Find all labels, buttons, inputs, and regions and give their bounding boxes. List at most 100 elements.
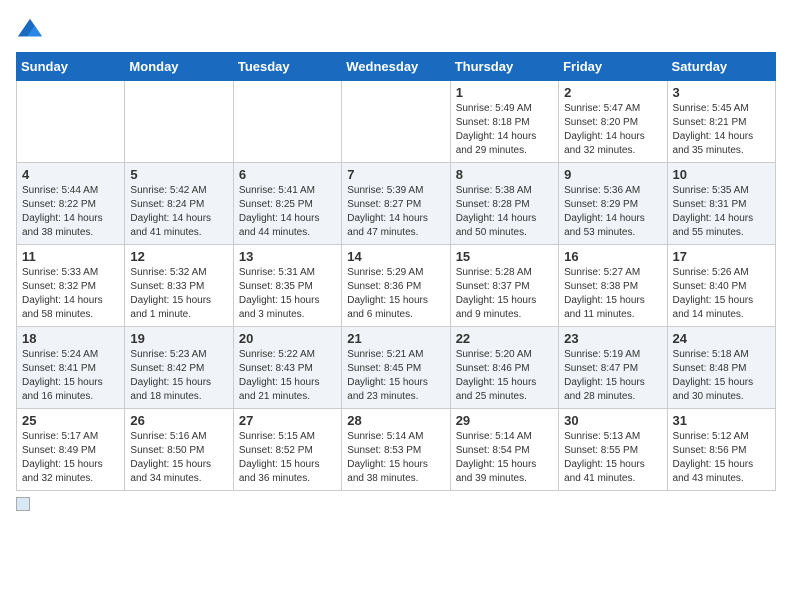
day-number: 5 — [130, 167, 227, 182]
calendar-day-header: Saturday — [667, 53, 775, 81]
day-number: 6 — [239, 167, 336, 182]
day-number: 18 — [22, 331, 119, 346]
cell-content: Sunrise: 5:47 AM Sunset: 8:20 PM Dayligh… — [564, 102, 661, 158]
calendar-cell: 29Sunrise: 5:14 AM Sunset: 8:54 PM Dayli… — [450, 409, 558, 491]
day-number: 12 — [130, 249, 227, 264]
cell-content: Sunrise: 5:28 AM Sunset: 8:37 PM Dayligh… — [456, 266, 553, 322]
calendar-week-row: 25 Sunrise: 5:17 AM Sunset: 8:49 PM Dayli… — [17, 409, 776, 491]
footer-legend — [16, 497, 776, 511]
day-number: 31 — [673, 413, 770, 428]
day-number: 2 — [564, 85, 661, 100]
calendar-cell — [17, 81, 125, 163]
day-number: 3 — [673, 85, 770, 100]
cell-content: Sunrise: 5:18 AM Sunset: 8:48 PM Dayligh… — [673, 348, 770, 404]
calendar-day-header: Monday — [125, 53, 233, 81]
calendar-week-row: 1 Sunrise: 5:49 AM Sunset: 8:18 PM Daylig… — [17, 81, 776, 163]
calendar-day-header: Sunday — [17, 53, 125, 81]
calendar-header-row: SundayMondayTuesdayWednesdayThursdayFrid… — [17, 53, 776, 81]
calendar-cell: 23 Sunrise: 5:19 AM Sunset: 8:47 PM Dayli… — [559, 327, 667, 409]
calendar-cell: 24 Sunrise: 5:18 AM Sunset: 8:48 PM Dayli… — [667, 327, 775, 409]
cell-content: Sunrise: 5:19 AM Sunset: 8:47 PM Dayligh… — [564, 348, 661, 404]
calendar-cell: 17 Sunrise: 5:26 AM Sunset: 8:40 PM Dayli… — [667, 245, 775, 327]
calendar-cell: 11Sunrise: 5:33 AM Sunset: 8:32 PM Dayli… — [17, 245, 125, 327]
header — [16, 16, 776, 44]
cell-content: Sunrise: 5:45 AM Sunset: 8:21 PM Dayligh… — [673, 102, 770, 158]
logo-icon — [16, 16, 44, 44]
day-number: 20 — [239, 331, 336, 346]
day-number: 24 — [673, 331, 770, 346]
cell-content: Sunrise: 5:14 AM Sunset: 8:53 PM Dayligh… — [347, 430, 444, 486]
calendar-table: SundayMondayTuesdayWednesdayThursdayFrid… — [16, 52, 776, 491]
cell-content: Sunrise: 5:12 AM Sunset: 8:56 PM Dayligh… — [673, 430, 770, 486]
cell-content: Sunrise: 5:17 AM Sunset: 8:49 PM Dayligh… — [22, 430, 119, 486]
day-number: 27 — [239, 413, 336, 428]
cell-content: Sunrise: 5:44 AM Sunset: 8:22 PM Dayligh… — [22, 184, 119, 240]
calendar-cell: 26Sunrise: 5:16 AM Sunset: 8:50 PM Dayli… — [125, 409, 233, 491]
day-number: 10 — [673, 167, 770, 182]
calendar-cell: 16 Sunrise: 5:27 AM Sunset: 8:38 PM Dayli… — [559, 245, 667, 327]
cell-content: Sunrise: 5:41 AM Sunset: 8:25 PM Dayligh… — [239, 184, 336, 240]
day-number: 23 — [564, 331, 661, 346]
calendar-cell — [342, 81, 450, 163]
calendar-cell: 7 Sunrise: 5:39 AM Sunset: 8:27 PM Daylig… — [342, 163, 450, 245]
day-number: 19 — [130, 331, 227, 346]
calendar-cell: 20 Sunrise: 5:22 AM Sunset: 8:43 PM Dayli… — [233, 327, 341, 409]
calendar-day-header: Thursday — [450, 53, 558, 81]
calendar-cell: 13 Sunrise: 5:31 AM Sunset: 8:35 PM Dayli… — [233, 245, 341, 327]
calendar-cell: 5 Sunrise: 5:42 AM Sunset: 8:24 PM Daylig… — [125, 163, 233, 245]
cell-content: Sunrise: 5:29 AM Sunset: 8:36 PM Dayligh… — [347, 266, 444, 322]
day-number: 22 — [456, 331, 553, 346]
day-number: 17 — [673, 249, 770, 264]
calendar-cell: 4 Sunrise: 5:44 AM Sunset: 8:22 PM Daylig… — [17, 163, 125, 245]
logo — [16, 16, 48, 44]
calendar-cell: 15Sunrise: 5:28 AM Sunset: 8:37 PM Dayli… — [450, 245, 558, 327]
calendar-week-row: 4 Sunrise: 5:44 AM Sunset: 8:22 PM Daylig… — [17, 163, 776, 245]
calendar-cell: 22 Sunrise: 5:20 AM Sunset: 8:46 PM Dayli… — [450, 327, 558, 409]
cell-content: Sunrise: 5:24 AM Sunset: 8:41 PM Dayligh… — [22, 348, 119, 404]
calendar-cell: 27 Sunrise: 5:15 AM Sunset: 8:52 PM Dayli… — [233, 409, 341, 491]
day-number: 25 — [22, 413, 119, 428]
cell-content: Sunrise: 5:32 AM Sunset: 8:33 PM Dayligh… — [130, 266, 227, 322]
cell-content: Sunrise: 5:39 AM Sunset: 8:27 PM Dayligh… — [347, 184, 444, 240]
day-number: 1 — [456, 85, 553, 100]
day-number: 21 — [347, 331, 444, 346]
calendar-cell: 31 Sunrise: 5:12 AM Sunset: 8:56 PM Dayli… — [667, 409, 775, 491]
cell-content: Sunrise: 5:31 AM Sunset: 8:35 PM Dayligh… — [239, 266, 336, 322]
day-number: 9 — [564, 167, 661, 182]
cell-content: Sunrise: 5:49 AM Sunset: 8:18 PM Dayligh… — [456, 102, 553, 158]
day-number: 30 — [564, 413, 661, 428]
calendar-week-row: 18 Sunrise: 5:24 AM Sunset: 8:41 PM Dayli… — [17, 327, 776, 409]
calendar-week-row: 11Sunrise: 5:33 AM Sunset: 8:32 PM Dayli… — [17, 245, 776, 327]
day-number: 29 — [456, 413, 553, 428]
day-number: 16 — [564, 249, 661, 264]
day-number: 13 — [239, 249, 336, 264]
cell-content: Sunrise: 5:15 AM Sunset: 8:52 PM Dayligh… — [239, 430, 336, 486]
calendar-cell: 28 Sunrise: 5:14 AM Sunset: 8:53 PM Dayli… — [342, 409, 450, 491]
cell-content: Sunrise: 5:21 AM Sunset: 8:45 PM Dayligh… — [347, 348, 444, 404]
calendar-cell: 2 Sunrise: 5:47 AM Sunset: 8:20 PM Daylig… — [559, 81, 667, 163]
day-number: 26 — [130, 413, 227, 428]
calendar-cell: 19 Sunrise: 5:23 AM Sunset: 8:42 PM Dayli… — [125, 327, 233, 409]
calendar-cell: 18 Sunrise: 5:24 AM Sunset: 8:41 PM Dayli… — [17, 327, 125, 409]
cell-content: Sunrise: 5:13 AM Sunset: 8:55 PM Dayligh… — [564, 430, 661, 486]
cell-content: Sunrise: 5:27 AM Sunset: 8:38 PM Dayligh… — [564, 266, 661, 322]
day-number: 28 — [347, 413, 444, 428]
cell-content: Sunrise: 5:26 AM Sunset: 8:40 PM Dayligh… — [673, 266, 770, 322]
cell-content: Sunrise: 5:20 AM Sunset: 8:46 PM Dayligh… — [456, 348, 553, 404]
day-number: 4 — [22, 167, 119, 182]
legend-box — [16, 497, 30, 511]
calendar-cell: 30 Sunrise: 5:13 AM Sunset: 8:55 PM Dayli… — [559, 409, 667, 491]
calendar-cell — [125, 81, 233, 163]
cell-content: Sunrise: 5:22 AM Sunset: 8:43 PM Dayligh… — [239, 348, 336, 404]
day-number: 7 — [347, 167, 444, 182]
calendar-day-header: Tuesday — [233, 53, 341, 81]
calendar-cell: 8Sunrise: 5:38 AM Sunset: 8:28 PM Daylig… — [450, 163, 558, 245]
day-number: 11 — [22, 249, 119, 264]
calendar-cell: 3 Sunrise: 5:45 AM Sunset: 8:21 PM Daylig… — [667, 81, 775, 163]
calendar-cell: 25 Sunrise: 5:17 AM Sunset: 8:49 PM Dayli… — [17, 409, 125, 491]
cell-content: Sunrise: 5:42 AM Sunset: 8:24 PM Dayligh… — [130, 184, 227, 240]
calendar-cell: 9 Sunrise: 5:36 AM Sunset: 8:29 PM Daylig… — [559, 163, 667, 245]
day-number: 14 — [347, 249, 444, 264]
cell-content: Sunrise: 5:36 AM Sunset: 8:29 PM Dayligh… — [564, 184, 661, 240]
cell-content: Sunrise: 5:23 AM Sunset: 8:42 PM Dayligh… — [130, 348, 227, 404]
